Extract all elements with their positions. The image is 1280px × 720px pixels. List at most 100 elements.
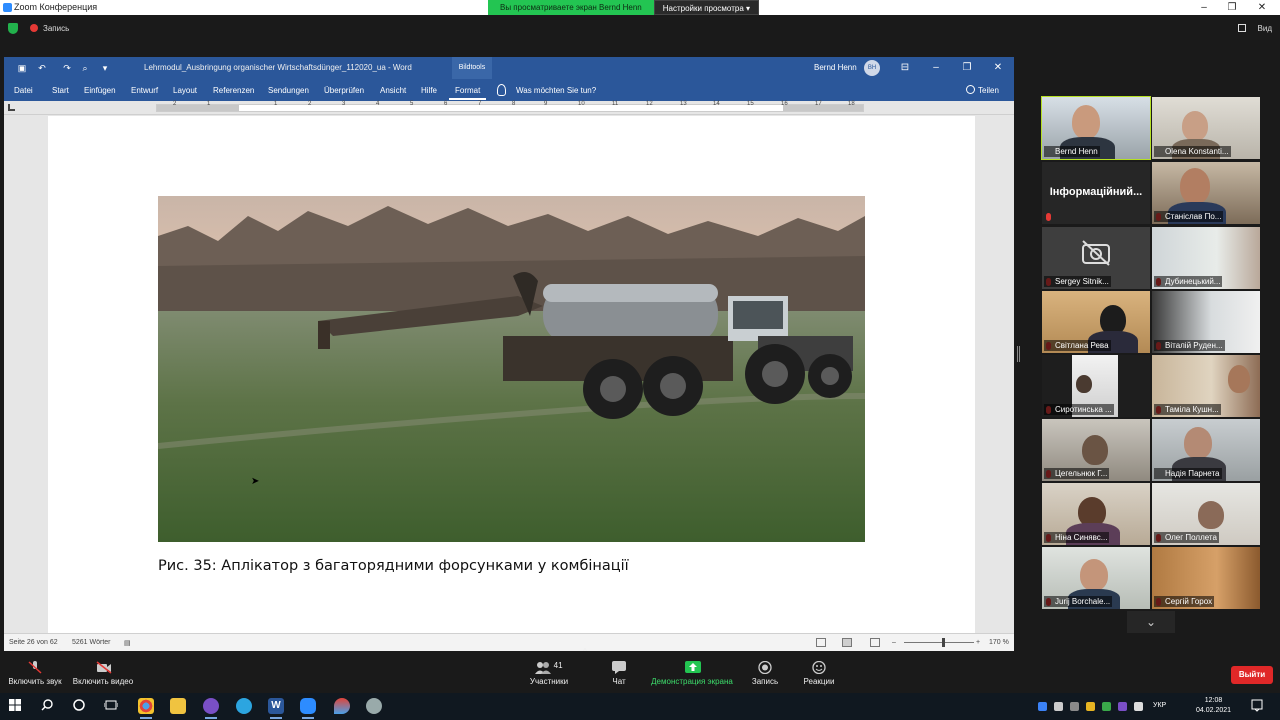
participants-button[interactable]: 41 Участники: [524, 651, 574, 693]
viber-icon[interactable]: [203, 698, 219, 719]
split-divider-handle[interactable]: [1017, 346, 1020, 362]
zoom-in-icon[interactable]: +: [976, 639, 980, 646]
grid-view-icon[interactable]: [1238, 24, 1246, 32]
participant-tile[interactable]: Сергій Горох: [1152, 547, 1260, 609]
participant-tile[interactable]: Сиротинська ...: [1042, 355, 1150, 417]
participant-tile[interactable]: Надія Парнета: [1152, 419, 1260, 481]
recording-indicator-icon[interactable]: [30, 24, 38, 32]
user-name[interactable]: Bernd Henn: [814, 63, 857, 72]
tab-referenzen[interactable]: Referenzen: [213, 86, 254, 95]
windows-start-icon[interactable]: [8, 698, 24, 714]
tab-selector-icon[interactable]: [8, 104, 15, 111]
telegram-icon[interactable]: [236, 698, 252, 714]
participant-tile[interactable]: Sergey Sitnik...: [1042, 227, 1150, 289]
cortana-icon[interactable]: [72, 698, 88, 714]
horizontal-ruler[interactable]: 2 1 1 2 3 4 5 6 7 8 9 10 11 12 13 14 15 …: [4, 101, 1014, 115]
language-indicator[interactable]: УКР: [1153, 702, 1166, 709]
participant-tile[interactable]: Jurij Borchale...: [1042, 547, 1150, 609]
tab-hilfe[interactable]: Hilfe: [421, 86, 437, 95]
tray-zoom-icon[interactable]: [1038, 702, 1047, 711]
tab-start[interactable]: Start: [52, 86, 69, 95]
share-button[interactable]: Teilen: [978, 86, 999, 95]
view-button[interactable]: Вид: [1258, 24, 1272, 33]
word-count[interactable]: 5261 Wörter: [72, 639, 111, 646]
minimize-icon[interactable]: –: [1192, 1, 1216, 14]
participants-options-caret[interactable]: ^: [579, 647, 591, 689]
reactions-button[interactable]: Реакции: [800, 651, 838, 693]
tell-me-search[interactable]: Was möchten Sie tun?: [516, 86, 596, 95]
tab-einfuegen[interactable]: Einfügen: [84, 86, 116, 95]
restore-icon[interactable]: ❐: [1220, 1, 1244, 14]
task-view-icon[interactable]: [103, 698, 120, 714]
word-icon[interactable]: W: [268, 698, 284, 719]
maps-icon[interactable]: [334, 698, 350, 714]
minimize-icon[interactable]: –: [927, 60, 945, 76]
participant-tile[interactable]: Інформаційний...: [1042, 162, 1150, 224]
tab-entwurf[interactable]: Entwurf: [131, 86, 158, 95]
web-layout-icon[interactable]: [870, 638, 880, 647]
participant-tile[interactable]: Станіслав По...: [1152, 162, 1260, 224]
participants-icon: 41: [533, 661, 565, 674]
page-count[interactable]: Seite 26 von 62: [9, 639, 58, 646]
figure-caption[interactable]: Рис. 35: Аплікатор з багаторядними форсу…: [158, 558, 629, 574]
zoom-slider[interactable]: [904, 642, 974, 643]
search-icon[interactable]: [40, 698, 56, 714]
audio-options-caret[interactable]: ^: [52, 647, 66, 689]
read-mode-icon[interactable]: [816, 638, 826, 647]
restore-icon[interactable]: ❐: [958, 60, 976, 76]
tab-ansicht[interactable]: Ansicht: [380, 86, 406, 95]
participant-tile[interactable]: Цегельнюк Г...: [1042, 419, 1150, 481]
record-button[interactable]: Запись: [748, 651, 782, 693]
tab-datei[interactable]: Datei: [14, 86, 33, 95]
avatar[interactable]: BH: [864, 60, 880, 76]
leave-meeting-button[interactable]: Выйти: [1231, 666, 1273, 684]
tray-app-icon[interactable]: [1070, 702, 1079, 711]
redo-icon[interactable]: ↷: [61, 62, 73, 74]
notifications-icon[interactable]: [1250, 698, 1266, 714]
tray-security-icon[interactable]: [1102, 702, 1111, 711]
document-canvas[interactable]: Рис. 35: Аплікатор з багаторядними форсу…: [4, 116, 1014, 633]
participant-tile[interactable]: Віталій Руден...: [1152, 291, 1260, 353]
system-clock[interactable]: 12:08 04.02.2021: [1196, 696, 1231, 716]
participant-tile[interactable]: Дубинецький...: [1152, 227, 1260, 289]
tray-app-icon[interactable]: [1086, 702, 1095, 711]
tab-sendungen[interactable]: Sendungen: [268, 86, 309, 95]
share-screen-button[interactable]: Демонстрация экрана: [648, 651, 736, 693]
close-icon[interactable]: ✕: [989, 60, 1007, 76]
view-options-button[interactable]: Настройки просмотра ▾: [653, 0, 760, 15]
print-preview-icon[interactable]: ⌕: [79, 62, 91, 74]
shield-icon[interactable]: [8, 23, 18, 34]
zoom-out-icon[interactable]: –: [892, 639, 896, 646]
chrome-icon[interactable]: [138, 698, 154, 719]
save-icon[interactable]: ▣: [16, 62, 28, 74]
participant-tile[interactable]: Ніна Синявс...: [1042, 483, 1150, 545]
tray-mic-icon[interactable]: [1054, 702, 1063, 711]
participant-tile[interactable]: Світлана Рева: [1042, 291, 1150, 353]
file-explorer-icon[interactable]: [170, 698, 186, 714]
customize-toolbar-icon[interactable]: ▾: [99, 62, 111, 74]
participant-name: Олег Поллета: [1154, 532, 1219, 543]
participant-tile[interactable]: Bernd Henn: [1041, 96, 1151, 160]
print-layout-icon[interactable]: [842, 638, 852, 647]
chat-button[interactable]: Чат: [604, 651, 634, 693]
close-icon[interactable]: ✕: [1250, 1, 1274, 14]
document-page[interactable]: Рис. 35: Аплікатор з багаторядними форсу…: [48, 116, 975, 633]
participant-tile[interactable]: Olena Konstanti...: [1152, 97, 1260, 159]
app-icon[interactable]: [366, 698, 382, 714]
volume-icon[interactable]: [1134, 702, 1143, 711]
tab-layout[interactable]: Layout: [173, 86, 197, 95]
zoom-level[interactable]: 170 %: [989, 639, 1009, 646]
zoom-slider-thumb[interactable]: [942, 638, 945, 647]
ribbon-display-icon[interactable]: ⊟: [896, 60, 914, 76]
gallery-next-page-button[interactable]: ⌄: [1127, 611, 1175, 633]
tray-viber-icon[interactable]: [1118, 702, 1127, 711]
start-video-button[interactable]: Включить видео: [70, 651, 136, 693]
undo-icon[interactable]: ↶: [36, 62, 48, 74]
tab-format[interactable]: Format: [449, 83, 487, 100]
participant-tile[interactable]: Олег Поллета: [1152, 483, 1260, 545]
proofing-icon[interactable]: ▤: [124, 639, 131, 647]
figure-image[interactable]: [158, 196, 865, 542]
participant-tile[interactable]: Таміла Кушн...: [1152, 355, 1260, 417]
tab-ueberpruefen[interactable]: Überprüfen: [324, 86, 364, 95]
zoom-app-icon[interactable]: [300, 698, 316, 719]
